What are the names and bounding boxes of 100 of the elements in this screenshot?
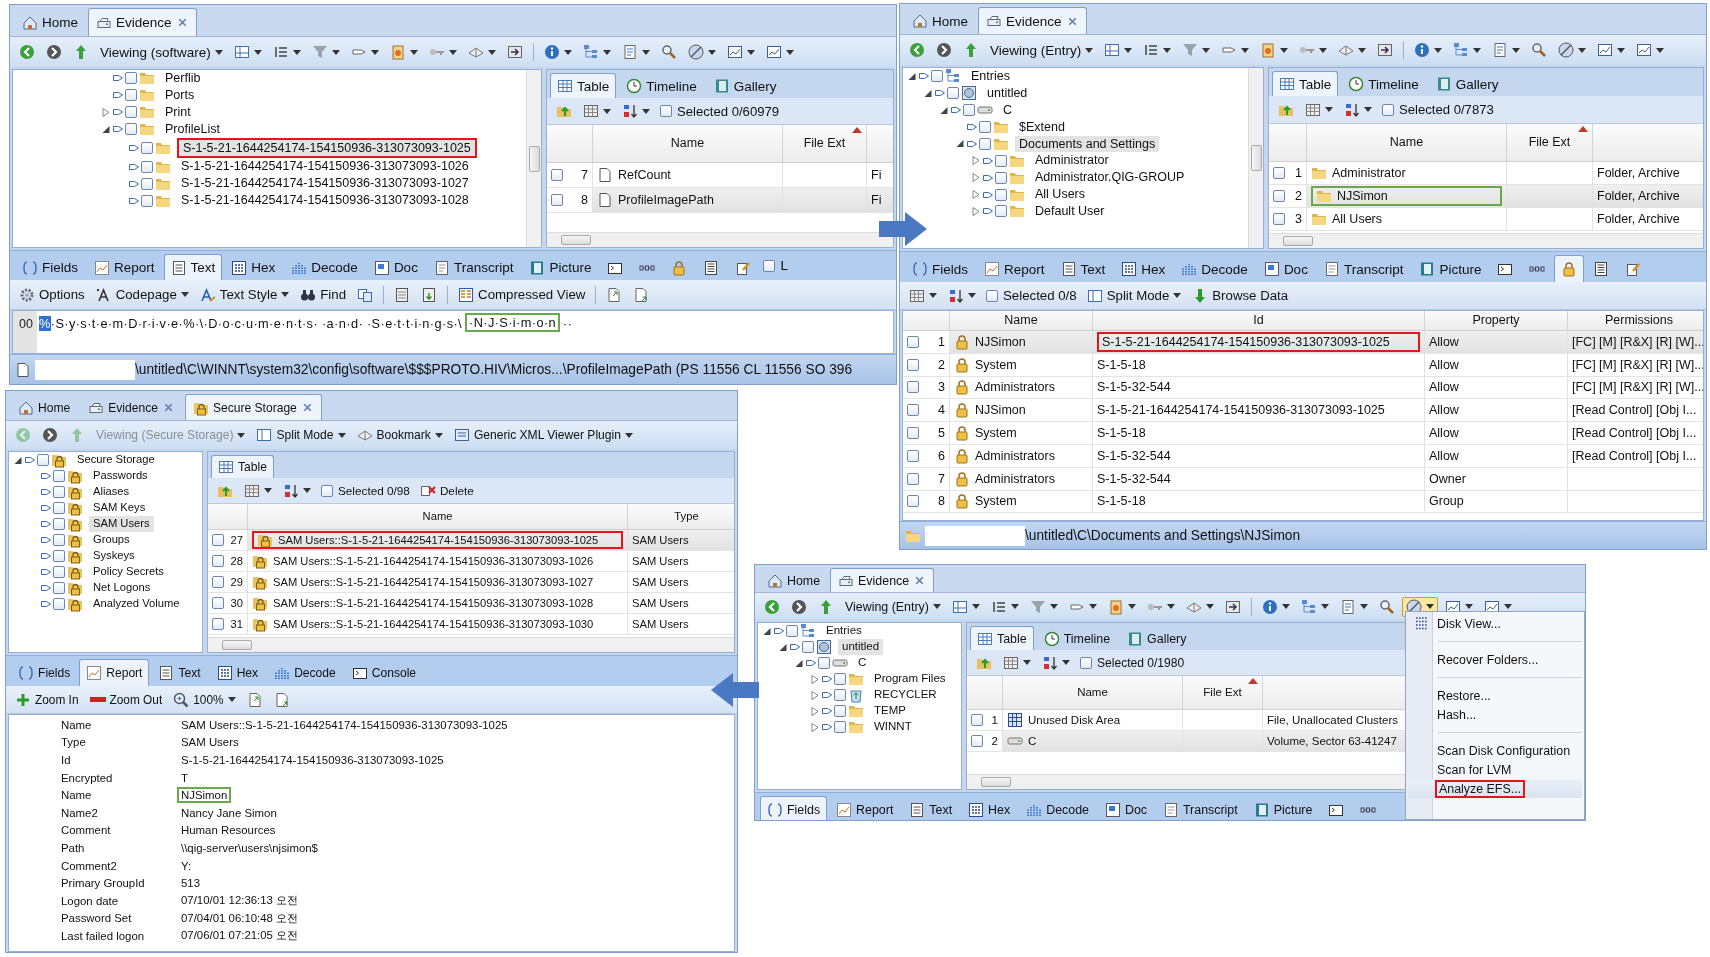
- tab[interactable]: Decode: [267, 659, 343, 686]
- tab[interactable]: Transcript: [426, 254, 521, 280]
- tree-item[interactable]: SAM Users: [89, 516, 154, 532]
- tab[interactable]: Doc: [1097, 796, 1154, 820]
- toolbar-button[interactable]: Zoom In: [11, 689, 83, 710]
- tab[interactable]: Doc: [366, 254, 425, 280]
- tab[interactable]: Decode: [1019, 796, 1096, 820]
- table-row[interactable]: 4 NJSimon S-1-5-21-1644254174-154150936-313073093-1025 Allow [Read Control] [Obj I...: [903, 399, 1703, 423]
- tree-item[interactable]: Syskeys: [89, 548, 139, 564]
- tree-item[interactable]: Documents and Settings: [1015, 135, 1160, 153]
- tab[interactable]: Fields: [15, 254, 85, 280]
- tab[interactable]: Picture: [522, 254, 599, 280]
- tree-item[interactable]: Administrator: [1031, 152, 1113, 170]
- tab[interactable]: Hex: [961, 796, 1018, 820]
- tab[interactable]: Fields: [905, 255, 975, 282]
- table-row[interactable]: 1 NJSimon S-1-5-21-1644254174-154150936-313073093-1025 Allow [FC] [M] [R&X] [R] [W]...: [903, 331, 1703, 354]
- toolbar-button[interactable]: Delete: [415, 480, 478, 501]
- tree-item[interactable]: C: [854, 655, 871, 671]
- column-header[interactable]: Property: [1425, 311, 1568, 330]
- toolbar-button[interactable]: Bookmark: [352, 425, 447, 445]
- column-header[interactable]: Name: [593, 125, 783, 162]
- toolbar-button[interactable]: Codepage: [91, 284, 193, 305]
- table-row[interactable]: 3 Administrators S-1-5-32-544 Allow [FC] [M] [R&X] [R] [W]...: [903, 376, 1703, 400]
- column-header[interactable]: Name: [1307, 124, 1507, 161]
- tab[interactable]: Gallery: [706, 73, 784, 98]
- viewing-dropdown[interactable]: Viewing (Entry): [986, 40, 1098, 60]
- tab[interactable]: Report: [829, 796, 901, 820]
- tree-item[interactable]: ProfileList: [161, 120, 224, 138]
- table-row[interactable]: 2 System S-1-5-18 Allow [FC] [M] [R&X] [R] [W]...: [903, 353, 1703, 377]
- tree-item[interactable]: C: [999, 101, 1017, 119]
- table-row[interactable]: 31 SAM Users::S-1-5-21-1644254174-154150936-313073093-1030 SAM Users: [208, 614, 734, 635]
- table-row[interactable]: 30 SAM Users::S-1-5-21-1644254174-154150936-313073093-1028 SAM Users: [208, 593, 734, 614]
- tree-item[interactable]: Print: [161, 103, 195, 121]
- tab[interactable]: Transcript: [1156, 796, 1245, 820]
- tree-item[interactable]: Entries: [967, 68, 1014, 85]
- tab[interactable]: Table: [211, 455, 274, 478]
- menu-item[interactable]: Disk View...: [1408, 614, 1582, 633]
- table-row[interactable]: 29 SAM Users::S-1-5-21-1644254174-154150936-313073093-1027 SAM Users: [208, 572, 734, 593]
- table-row[interactable]: 8 ProfileImagePath Fi: [547, 188, 893, 213]
- toolbar-button[interactable]: Compressed View: [454, 284, 590, 305]
- tab[interactable]: Evidence: [88, 8, 197, 36]
- tab[interactable]: Evidence: [80, 394, 183, 420]
- tab[interactable]: Table: [550, 73, 617, 98]
- table-row[interactable]: 5 System S-1-5-18 Allow [Read Control] [Obj I...: [903, 422, 1703, 445]
- tree-item[interactable]: S-1-5-21-1644254174-154150936-313073093-1026: [177, 158, 473, 176]
- column-header[interactable]: Name: [248, 504, 628, 529]
- tree-item[interactable]: Policy Secrets: [89, 564, 168, 580]
- tab[interactable]: Text: [1053, 255, 1113, 282]
- tab[interactable]: Timeline: [619, 73, 704, 98]
- tab[interactable]: Evidence: [830, 568, 935, 592]
- tab[interactable]: Timeline: [1036, 626, 1118, 650]
- tree-item[interactable]: Groups: [89, 532, 134, 548]
- column-header[interactable]: File Ext: [1507, 124, 1593, 161]
- viewing-dropdown[interactable]: Viewing (Entry): [841, 597, 945, 616]
- tree-item[interactable]: Passwords: [89, 468, 152, 484]
- tab[interactable]: Transcript: [1316, 255, 1411, 282]
- tab[interactable]: Table: [970, 626, 1034, 650]
- table-row[interactable]: 27 SAM Users::S-1-5-21-1644254174-154150936-313073093-1025 SAM Users: [208, 530, 734, 551]
- tree-item[interactable]: SAM Keys: [89, 500, 150, 516]
- toolbar-button[interactable]: Generic XML Viewer Plugin: [449, 425, 637, 445]
- tree-item[interactable]: Perflib: [161, 70, 205, 87]
- column-header[interactable]: Id: [1093, 311, 1425, 330]
- menu-item[interactable]: Restore...: [1408, 686, 1582, 705]
- tab[interactable]: Hex: [224, 254, 283, 280]
- tree-item[interactable]: S-1-5-21-1644254174-154150936-313073093-1028: [177, 192, 473, 209]
- column-header[interactable]: File Ext: [1183, 676, 1263, 709]
- column-header[interactable]: File Ext: [783, 125, 867, 162]
- tab[interactable]: Gallery: [1428, 71, 1506, 96]
- toolbar-button[interactable]: 100%: [169, 689, 240, 710]
- table-row[interactable]: 8 System S-1-5-18 Group: [903, 490, 1703, 514]
- tree-item[interactable]: Analyzed Volume: [89, 596, 184, 612]
- toolbar-button[interactable]: Find: [296, 284, 351, 305]
- tab[interactable]: Hex: [209, 659, 266, 686]
- tab[interactable]: Home: [14, 8, 86, 36]
- menu-item[interactable]: Analyze EFS...: [1408, 779, 1582, 798]
- tree-item[interactable]: Ports: [161, 86, 199, 104]
- tab[interactable]: Fields: [760, 796, 828, 820]
- tree-item[interactable]: Secure Storage: [73, 452, 159, 468]
- toolbar-button[interactable]: Split Mode: [1082, 285, 1186, 306]
- tab[interactable]: Picture: [1412, 255, 1489, 282]
- tree-item[interactable]: Entries: [822, 623, 866, 639]
- menu-item[interactable]: Scan for LVM: [1408, 760, 1582, 779]
- tab[interactable]: Evidence: [978, 7, 1087, 34]
- tab[interactable]: Secure Storage: [184, 394, 322, 420]
- table-row[interactable]: 7 Administrators S-1-5-32-544 Owner: [903, 467, 1703, 491]
- tab[interactable]: Decode: [284, 254, 365, 280]
- tree-item[interactable]: $Extend: [1015, 118, 1069, 136]
- table-row[interactable]: 28 SAM Users::S-1-5-21-1644254174-154150936-313073093-1026 SAM Users: [208, 551, 734, 572]
- tab[interactable]: Fields: [11, 659, 78, 686]
- tab[interactable]: Doc: [1256, 255, 1315, 282]
- tab[interactable]: Console: [344, 659, 424, 686]
- tree-item[interactable]: S-1-5-21-1644254174-154150936-313073093-1027: [177, 175, 473, 193]
- tab[interactable]: Report: [87, 254, 162, 280]
- table-row[interactable]: 6 Administrators S-1-5-32-544 Allow [Read Control] [Obj I...: [903, 445, 1703, 468]
- viewing-dropdown[interactable]: Viewing (software): [96, 42, 227, 62]
- tree-item[interactable]: untitled: [983, 84, 1032, 102]
- toolbar-button[interactable]: Text Style: [195, 284, 294, 305]
- toolbar-button[interactable]: Browse Data: [1188, 285, 1293, 306]
- table-row[interactable]: 2 NJSimon Folder, Archive: [1269, 185, 1703, 208]
- tab[interactable]: Home: [10, 394, 79, 420]
